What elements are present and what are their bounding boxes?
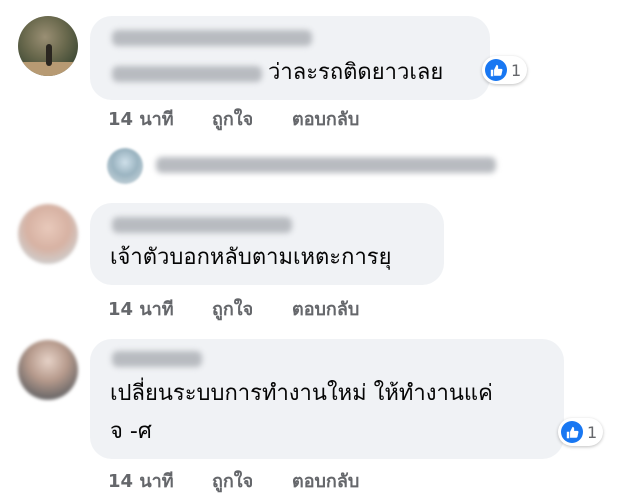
reaction-count: 1: [587, 422, 598, 442]
blurred-author-name: [112, 351, 202, 367]
avatar[interactable]: [18, 204, 78, 264]
blurred-reply-preview: [156, 157, 496, 173]
timestamp[interactable]: 14 นาที: [108, 104, 174, 133]
avatar[interactable]: [18, 340, 78, 400]
comment-text-line2: จ -ศ: [110, 419, 152, 444]
comment-text: เจ้าตัวบอกหลับตามเหตะการยุ: [110, 245, 392, 270]
blurred-author-name: [112, 30, 312, 46]
avatar[interactable]: [107, 148, 143, 184]
avatar-person: [46, 44, 52, 66]
reaction-count: 1: [511, 60, 522, 80]
comment-text: ว่าละรถติดยาวเลย: [268, 60, 444, 85]
timestamp[interactable]: 14 นาที: [108, 466, 174, 495]
comment-bubble: เจ้าตัวบอกหลับตามเหตะการยุ: [90, 203, 444, 285]
comment-bubble: ว่าละรถติดยาวเลย: [90, 16, 490, 100]
comment-actions: 14 นาที ถูกใจ ตอบกลับ: [108, 104, 408, 130]
avatar[interactable]: [18, 16, 78, 76]
reply-button[interactable]: ตอบกลับ: [292, 466, 359, 495]
timestamp[interactable]: 14 นาที: [108, 294, 174, 323]
like-button[interactable]: ถูกใจ: [212, 104, 253, 133]
blurred-author-name: [112, 217, 292, 233]
like-thumb-icon: [561, 421, 583, 443]
comment-bubble: เปลี่ยนระบบการทำงานใหม่ ให้ทำงานแค่ จ -ศ: [90, 339, 564, 459]
reply-button[interactable]: ตอบกลับ: [292, 104, 359, 133]
reply-button[interactable]: ตอบกลับ: [292, 294, 359, 323]
like-button[interactable]: ถูกใจ: [212, 294, 253, 323]
like-thumb-icon: [485, 59, 507, 81]
comment-actions: 14 นาที ถูกใจ ตอบกลับ: [108, 294, 408, 320]
reaction-badge[interactable]: 1: [482, 56, 528, 84]
like-button[interactable]: ถูกใจ: [212, 466, 253, 495]
reaction-badge[interactable]: 1: [558, 418, 604, 446]
comment-actions: 14 นาที ถูกใจ ตอบกลับ: [108, 466, 408, 492]
comment-text: เปลี่ยนระบบการทำงานใหม่ ให้ทำงานแค่: [110, 381, 493, 406]
blurred-tagged-name: [112, 66, 262, 82]
